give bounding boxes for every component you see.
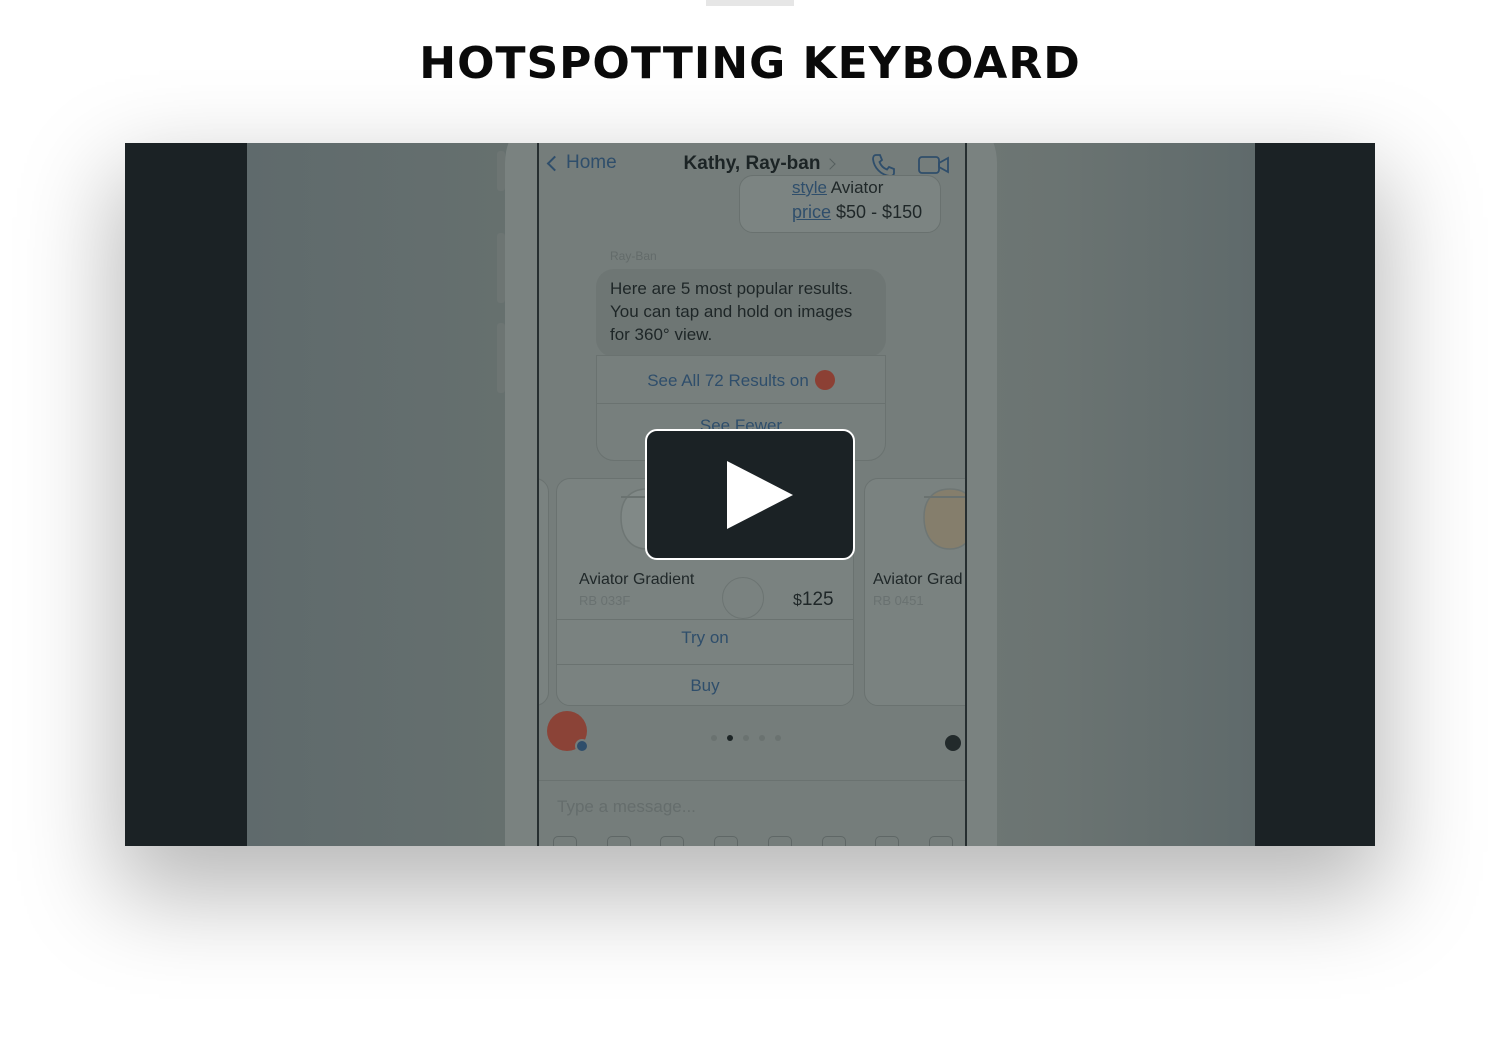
product-name: Aviator Gradient xyxy=(579,571,695,588)
play-button[interactable] xyxy=(645,429,855,560)
aviator-lens-gold-icon xyxy=(923,488,965,550)
carousel-dot-active xyxy=(727,735,733,741)
buy-label: Buy xyxy=(690,676,720,695)
camera-icon xyxy=(606,836,631,846)
see-all-results: See All 72 Results on xyxy=(597,370,885,391)
try-on-label: Try on xyxy=(681,628,729,647)
page-title: HOTSPOTTING KEYBOARD xyxy=(419,38,1081,89)
product-name: Aviator Grad xyxy=(873,571,963,588)
conversation-title: Kathy, Ray-ban xyxy=(683,153,821,174)
currency-symbol: $ xyxy=(793,592,802,609)
product-card-prev xyxy=(539,478,549,706)
style-row: style Aviator xyxy=(792,178,883,198)
divider xyxy=(539,780,965,781)
product-card-next: Aviator Grad RB 0451 xyxy=(864,478,965,706)
price-amount: 125 xyxy=(801,589,834,610)
card-icon xyxy=(875,836,900,846)
phone-volume-up xyxy=(497,233,505,303)
carousel-dot xyxy=(711,735,717,741)
read-receipt-icon xyxy=(945,735,961,751)
sender-name: Ray-Ban xyxy=(610,249,657,263)
see-all-label: See All 72 Results on xyxy=(647,371,809,390)
emoji-icon xyxy=(714,836,739,846)
price-row: price $50 - $150 xyxy=(792,202,922,223)
bot-message: Here are 5 most popular results. You can… xyxy=(596,269,886,357)
style-value: Aviator xyxy=(830,178,884,197)
product-sku: RB 0451 xyxy=(873,593,924,608)
compose-placeholder: Type a message... xyxy=(557,797,696,816)
product-sku: RB 033F xyxy=(579,593,631,608)
play-icon xyxy=(727,461,793,529)
divider xyxy=(557,664,853,665)
phone-side-button xyxy=(497,151,505,191)
carousel-dots xyxy=(711,735,781,741)
product-price: $125 xyxy=(793,589,834,611)
style-link: style xyxy=(792,178,827,197)
spin-indicator-icon xyxy=(722,577,764,619)
divider xyxy=(557,619,853,620)
top-tab-indicator xyxy=(706,0,794,6)
gallery-icon xyxy=(660,836,685,846)
carousel-dot xyxy=(743,735,749,741)
messenger-badge-icon xyxy=(575,739,589,753)
text-format-icon xyxy=(553,836,577,846)
carousel-dot xyxy=(759,735,765,741)
price-link: price xyxy=(792,202,832,222)
compose-toolbar xyxy=(553,836,953,846)
carousel-dot xyxy=(775,735,781,741)
rayban-logo-icon xyxy=(814,370,835,390)
price-value: $50 - $150 xyxy=(836,202,923,222)
gif-icon xyxy=(767,836,792,846)
mic-icon xyxy=(821,836,846,846)
query-bubble: style Aviator price $50 - $150 xyxy=(739,175,941,233)
phone-volume-down xyxy=(497,323,505,393)
divider xyxy=(597,403,885,404)
video-player[interactable]: Home Kathy, Ray-ban style Aviator price … xyxy=(125,143,1375,846)
like-icon xyxy=(928,836,953,846)
